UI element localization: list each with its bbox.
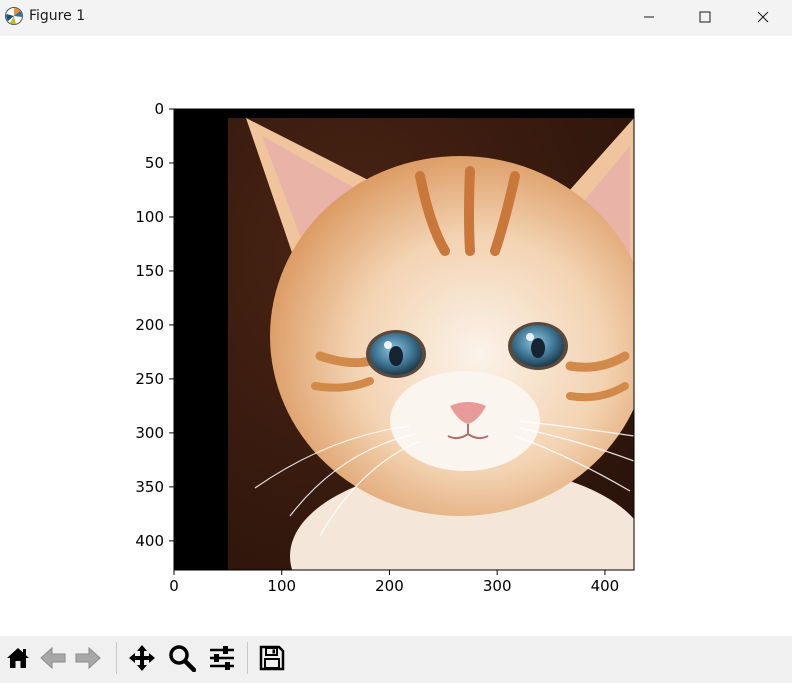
x-tick-label: 300 <box>483 577 512 595</box>
forward-button[interactable] <box>72 642 104 674</box>
y-tick-label: 400 <box>135 532 164 550</box>
maximize-icon <box>699 11 711 23</box>
close-icon <box>757 11 769 23</box>
y-tick-label: 250 <box>135 370 164 388</box>
home-button[interactable] <box>2 642 34 674</box>
pan-move-icon <box>129 645 155 671</box>
image <box>174 109 634 570</box>
back-arrow-icon <box>40 646 66 670</box>
title-bar: Figure 1 <box>0 0 792 36</box>
x-tick-label: 100 <box>267 577 296 595</box>
y-tick-label: 0 <box>154 100 164 118</box>
figure-canvas[interactable]: 0 100 200 300 400 0 50 100 150 200 250 300 350 400 <box>0 36 792 636</box>
close-button[interactable] <box>734 0 792 34</box>
matplotlib-logo-icon <box>5 7 23 25</box>
navigation-toolbar <box>0 636 792 683</box>
pan-button[interactable] <box>126 642 158 674</box>
save-button[interactable] <box>256 642 288 674</box>
sliders-icon <box>210 646 234 670</box>
zoom-button[interactable] <box>166 642 198 674</box>
minimize-icon <box>644 16 654 18</box>
maximize-button[interactable] <box>676 0 734 34</box>
y-tick-label: 300 <box>135 424 164 442</box>
forward-arrow-icon <box>75 646 101 670</box>
x-tick-label: 200 <box>375 577 404 595</box>
x-tick-label: 400 <box>591 577 620 595</box>
zoom-magnifier-icon <box>169 645 196 672</box>
back-button[interactable] <box>37 642 69 674</box>
x-tick-label: 0 <box>169 577 179 595</box>
y-tick-label: 200 <box>135 316 164 334</box>
y-axis: 0 50 100 150 200 250 300 350 400 <box>135 100 174 550</box>
y-tick-label: 50 <box>145 154 164 172</box>
minimize-button[interactable] <box>620 0 678 34</box>
y-tick-label: 100 <box>135 208 164 226</box>
x-axis: 0 100 200 300 400 <box>169 570 619 595</box>
y-tick-label: 150 <box>135 262 164 280</box>
home-icon <box>7 648 29 668</box>
y-tick-label: 350 <box>135 478 164 496</box>
toolbar-separator <box>116 642 117 674</box>
configure-subplots-button[interactable] <box>206 642 238 674</box>
toolbar-separator <box>247 642 248 674</box>
window-title: Figure 1 <box>29 8 86 24</box>
kitten <box>246 118 634 570</box>
image-plot[interactable]: 0 100 200 300 400 0 50 100 150 200 250 300 350 400 <box>0 36 792 636</box>
save-disk-icon <box>259 645 285 671</box>
